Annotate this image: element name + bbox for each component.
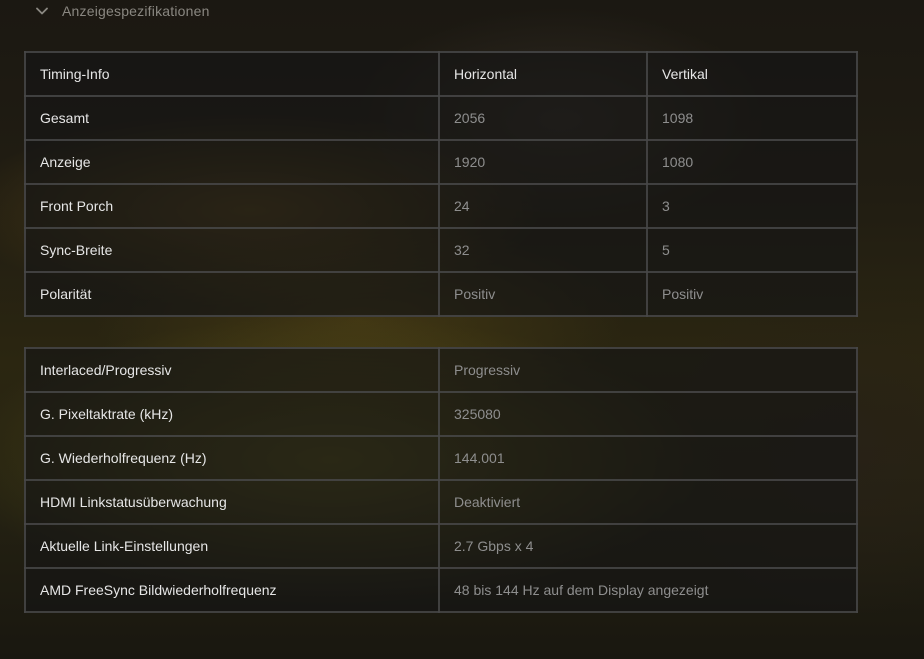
row-label: Polarität [24, 271, 440, 317]
table-row: Gesamt 2056 1098 [24, 95, 858, 141]
row-label: AMD FreeSync Bildwiederholfrequenz [24, 567, 440, 613]
table-row: HDMI Linkstatusüberwachung Deaktiviert [24, 479, 858, 525]
row-label: Anzeige [24, 139, 440, 185]
row-label: Interlaced/Progressiv [24, 347, 440, 393]
horizontal-value: Positiv [438, 271, 648, 317]
row-value: 2.7 Gbps x 4 [438, 523, 858, 569]
row-label: HDMI Linkstatusüberwachung [24, 479, 440, 525]
column-header-timing-info: Timing-Info [24, 51, 440, 97]
row-value: 325080 [438, 391, 858, 437]
table-row: Front Porch 24 3 [24, 183, 858, 229]
row-label: Front Porch [24, 183, 440, 229]
horizontal-value: 32 [438, 227, 648, 273]
row-label: G. Pixeltaktrate (kHz) [24, 391, 440, 437]
row-value: Progressiv [438, 347, 858, 393]
chevron-down-icon [36, 7, 48, 15]
row-label: Aktuelle Link-Einstellungen [24, 523, 440, 569]
horizontal-value: 24 [438, 183, 648, 229]
horizontal-value: 2056 [438, 95, 648, 141]
vertical-value: 1098 [646, 95, 858, 141]
table-row: Interlaced/Progressiv Progressiv [24, 347, 858, 393]
table-row: AMD FreeSync Bildwiederholfrequenz 48 bi… [24, 567, 858, 613]
horizontal-value: 1920 [438, 139, 648, 185]
table-row: Aktuelle Link-Einstellungen 2.7 Gbps x 4 [24, 523, 858, 569]
table-row: Anzeige 1920 1080 [24, 139, 858, 185]
display-info-table: Interlaced/Progressiv Progressiv G. Pixe… [24, 347, 858, 613]
vertical-value: 3 [646, 183, 858, 229]
vertical-value: 1080 [646, 139, 858, 185]
table-row: G. Pixeltaktrate (kHz) 325080 [24, 391, 858, 437]
section-header-display-specs[interactable]: Anzeigespezifikationen [36, 0, 210, 22]
table-row: Polarität Positiv Positiv [24, 271, 858, 317]
row-label: G. Wiederholfrequenz (Hz) [24, 435, 440, 481]
table-row: Sync-Breite 32 5 [24, 227, 858, 273]
row-value: Deaktiviert [438, 479, 858, 525]
column-header-horizontal: Horizontal [438, 51, 648, 97]
table-header-row: Timing-Info Horizontal Vertikal [24, 51, 858, 97]
column-header-vertical: Vertikal [646, 51, 858, 97]
row-value: 144.001 [438, 435, 858, 481]
table-row: G. Wiederholfrequenz (Hz) 144.001 [24, 435, 858, 481]
row-label: Sync-Breite [24, 227, 440, 273]
row-label: Gesamt [24, 95, 440, 141]
section-title: Anzeigespezifikationen [62, 3, 210, 19]
vertical-value: Positiv [646, 271, 858, 317]
timing-info-table: Timing-Info Horizontal Vertikal Gesamt 2… [24, 51, 858, 317]
row-value: 48 bis 144 Hz auf dem Display angezeigt [438, 567, 858, 613]
vertical-value: 5 [646, 227, 858, 273]
